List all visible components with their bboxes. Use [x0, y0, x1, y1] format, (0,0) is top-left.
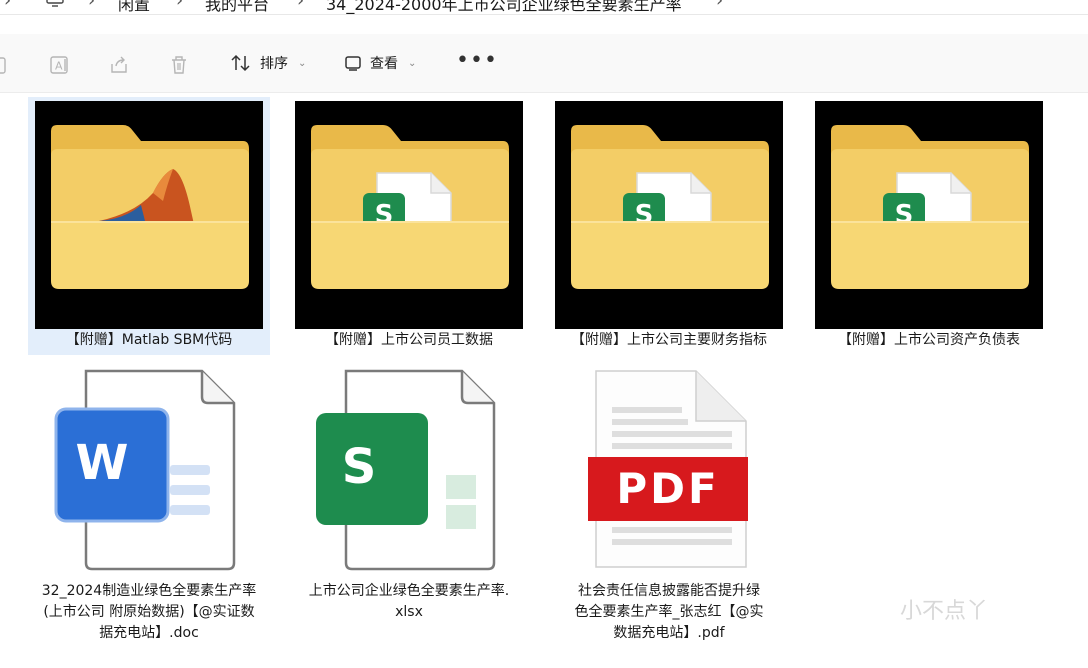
chevron-down-icon: ⌄ [408, 57, 417, 69]
view-label: 查看 [370, 56, 398, 72]
file-list: 【附赠】Matlab SBM代码 S 【附赠】上市公司员工数据 S 【附赠】上市… [0, 93, 1088, 668]
computer-icon[interactable] [46, 0, 64, 8]
breadcrumb-current[interactable]: 34_2024-2000年上市公司企业绿色全要素生产率 [326, 0, 682, 15]
chevron-right-icon: › [88, 0, 96, 11]
svg-text:A: A [55, 60, 63, 73]
chevron-right-icon[interactable]: › [716, 0, 723, 11]
folder-thumbnail [35, 101, 263, 329]
sort-icon [231, 54, 250, 72]
sort-button[interactable]: 排序 ⌄ [230, 53, 306, 73]
word-letter: W [76, 435, 129, 491]
folder-icon: S [571, 125, 769, 289]
chevron-right-icon: › [176, 0, 184, 11]
excel-spreadsheet-icon: S [316, 369, 496, 571]
breadcrumb-item[interactable]: 闲置 [118, 0, 150, 15]
pdf-text: PDF [616, 464, 719, 513]
folder-icon [51, 125, 249, 289]
folder-thumbnail: S [295, 101, 523, 329]
view-button[interactable]: 查看 ⌄ [344, 53, 416, 73]
watermark: 小不点丫 [900, 599, 989, 624]
pdf-document-icon: PDF [588, 370, 748, 568]
file-name: 32_2024制造业绿色全要素生产率 (上市公司 附原始数据)【@实证数 据充电… [41, 583, 257, 641]
folder-item[interactable]: S 【附赠】上市公司资产负债表 [808, 97, 1050, 355]
breadcrumb-item[interactable]: 我的平台 [205, 0, 269, 15]
folder-thumbnail: S [815, 101, 1043, 329]
folder-item[interactable]: S 【附赠】上市公司主要财务指标 [548, 97, 790, 355]
word-document-icon: W [54, 369, 236, 571]
folder-icon: S [831, 125, 1029, 289]
share-icon[interactable] [108, 54, 130, 76]
rename-icon[interactable]: A [48, 54, 70, 76]
address-bar: › › 闲置 › 我的平台 › 34_2024-2000年上市公司企业绿色全要素… [0, 0, 1088, 15]
xlsx-file-item[interactable]: S 上市公司企业绿色全要素生产率. xlsx [288, 363, 530, 663]
pdf-file-item[interactable]: PDF 社会责任信息披露能否提升绿 色全要素生产率_张志红【@实 数据充电站】.… [548, 363, 790, 663]
more-options-icon[interactable]: ••• [456, 48, 498, 73]
file-name: 【附赠】上市公司主要财务指标 [571, 332, 767, 348]
sheet-letter: S [342, 439, 377, 495]
paste-icon[interactable] [0, 54, 10, 76]
folder-item[interactable]: S 【附赠】上市公司员工数据 [288, 97, 530, 355]
file-name: 【附赠】上市公司员工数据 [325, 332, 493, 348]
command-bar: A 排序 ⌄ 查看 ⌄ ••• [0, 34, 1088, 93]
file-name: 【附赠】上市公司资产负债表 [838, 332, 1020, 348]
delete-icon[interactable] [168, 54, 190, 76]
chevron-down-icon: ⌄ [298, 57, 307, 69]
folder-thumbnail: S [555, 101, 783, 329]
folder-item[interactable]: 【附赠】Matlab SBM代码 [28, 97, 270, 355]
doc-file-item[interactable]: W 32_2024制造业绿色全要素生产率 (上市公司 附原始数据)【@实证数 据… [28, 363, 270, 663]
chevron-right-icon: › [297, 0, 305, 11]
file-name: 社会责任信息披露能否提升绿 色全要素生产率_张志红【@实 数据充电站】.pdf [574, 583, 764, 641]
folder-icon: S [311, 125, 509, 289]
sort-label: 排序 [260, 56, 288, 72]
file-name: 【附赠】Matlab SBM代码 [65, 332, 233, 348]
file-name: 上市公司企业绿色全要素生产率. xlsx [308, 583, 510, 620]
chevron-right-icon: › [4, 0, 12, 11]
view-icon [345, 56, 361, 71]
